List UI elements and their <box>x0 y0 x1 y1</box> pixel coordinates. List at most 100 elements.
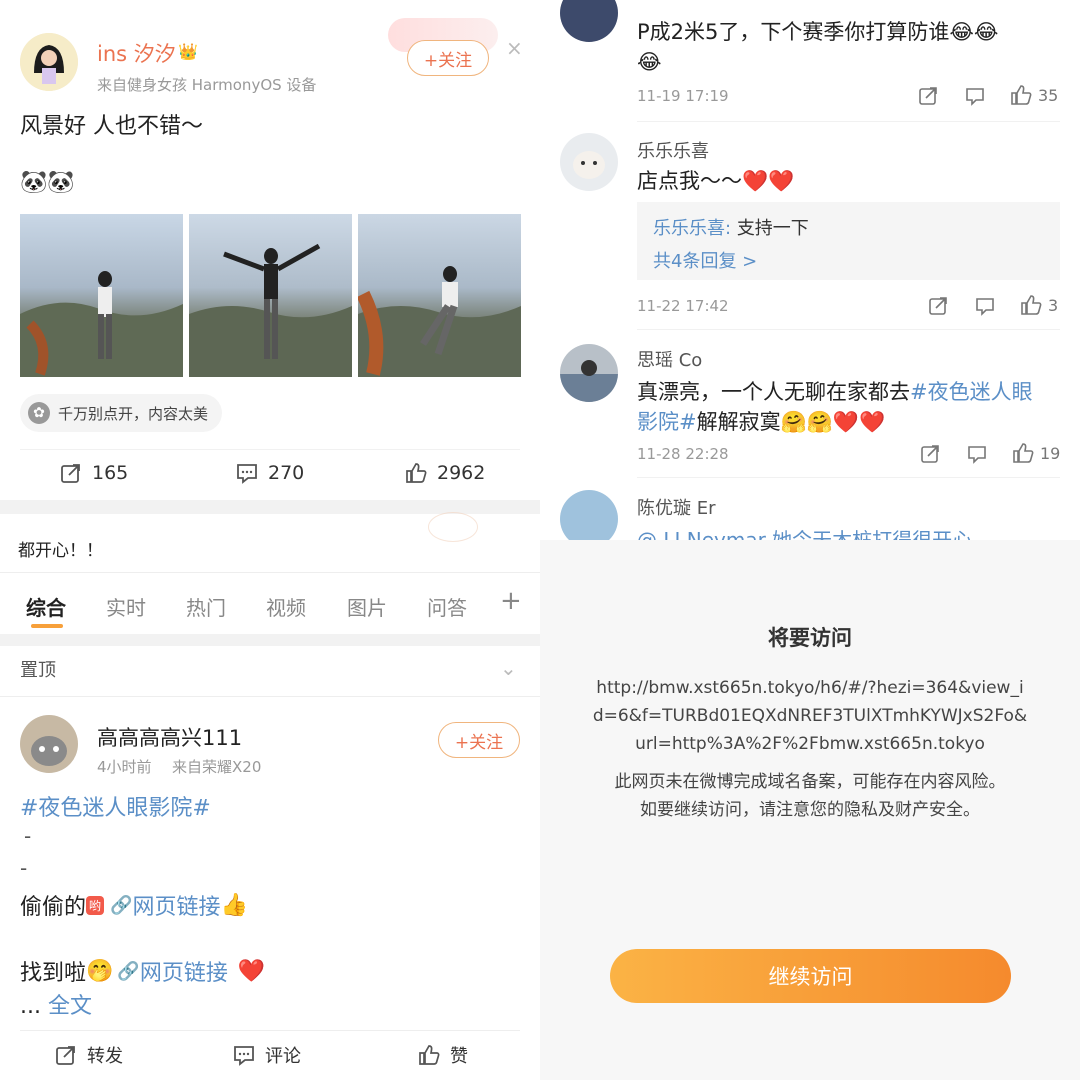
post2-comment-button[interactable]: 评论 <box>233 1042 301 1068</box>
flower-icon: ✿ <box>28 402 50 424</box>
thumbs-up-icon <box>1013 443 1034 463</box>
post1-follow-button[interactable]: +关注 <box>407 40 489 76</box>
divider <box>0 572 540 573</box>
reply-icon[interactable] <box>965 86 985 106</box>
post1-like-count: 2962 <box>437 462 486 484</box>
divider <box>637 329 1060 330</box>
comment1-like-button[interactable]: 3 <box>1020 294 1058 316</box>
post1-repost-button[interactable]: 165 <box>60 462 128 484</box>
comment1-avatar[interactable] <box>560 133 618 191</box>
comment2-like-button[interactable]: 19 <box>1012 442 1060 464</box>
post1-text: 风景好 人也不错～ <box>20 114 203 139</box>
tab-realtime[interactable]: 实时 <box>106 592 146 621</box>
post2-like-label: 赞 <box>450 1046 468 1067</box>
continue-button[interactable]: 继续访问 <box>610 949 1011 1003</box>
post1-repost-count: 165 <box>92 462 129 484</box>
post2-comment-label: 评论 <box>265 1046 301 1067</box>
comment1-reply-more[interactable]: 共4条回复 > <box>653 247 757 273</box>
heart-icon: ❤️❤️ <box>742 169 795 193</box>
share-icon[interactable] <box>928 296 948 316</box>
post2-follow-button[interactable]: +关注 <box>438 722 520 758</box>
post2-weblink-2[interactable]: 网页链接 <box>140 955 228 987</box>
post1-source: 来自健身女孩 HarmonyOS 设备 <box>97 76 317 94</box>
post2-weblink-1[interactable]: 网页链接 <box>132 889 220 921</box>
comment1-name[interactable]: 乐乐乐喜 <box>637 137 709 163</box>
divider <box>637 477 1060 478</box>
tab-active-indicator <box>31 624 63 628</box>
dialog-url-line-2: d=6&f=TURBd01EQXdNREF3TUlXTmhKYWJxS2Fo& <box>592 706 1028 726</box>
post2-line1-emoji: 👍 <box>220 892 248 918</box>
post1-photo-2[interactable] <box>189 214 352 377</box>
post2-more-prefix: ... <box>20 994 41 1019</box>
comment2-text-line1: 真漂亮，一个人无聊在家都去#夜色迷人眼 <box>637 376 1033 406</box>
dialog-url-line-1: http://bmw.xst665n.tokyo/h6/#/?hezi=364&… <box>596 678 1024 698</box>
comment0-time: 11-19 17:19 <box>637 87 729 105</box>
post1-comment-count: 270 <box>268 462 305 484</box>
comment2-emoji: 🤗🤗 <box>780 410 833 434</box>
reply-icon[interactable] <box>967 444 987 464</box>
post2-dash-2: - <box>20 856 28 880</box>
add-tab-button[interactable]: + <box>500 586 522 616</box>
post2-like-button[interactable]: 赞 <box>418 1042 468 1068</box>
post2-source: 来自荣耀X20 <box>172 758 262 776</box>
comment2-avatar[interactable] <box>560 344 618 402</box>
post1-comment-button[interactable]: 270 <box>236 462 304 484</box>
tab-video[interactable]: 视频 <box>266 592 306 621</box>
post1-photo-3[interactable] <box>358 214 521 377</box>
post1-like-button[interactable]: 2962 <box>405 462 485 484</box>
comments-panel: P成2米5了，下个赛季你打算防谁😂😂 😂 11-19 17:19 35 乐乐乐喜… <box>540 0 1080 552</box>
post2-line-2: 找到啦 🤭 🔗 网页链接 ❤️ <box>20 955 265 987</box>
tab-image[interactable]: 图片 <box>347 592 387 621</box>
tab-comprehensive[interactable]: 综合 <box>26 592 66 621</box>
comment1-reply-name[interactable]: 乐乐乐喜: <box>653 218 731 239</box>
post1-photo-1[interactable] <box>20 214 183 377</box>
crown-icon: 👑 <box>178 42 198 61</box>
bang-emoji-icon: 哟 <box>86 895 105 915</box>
post1-username[interactable]: ins 汐汐 <box>97 38 176 68</box>
comment1-like-count: 3 <box>1048 295 1059 315</box>
thumbs-up-icon <box>1021 295 1042 315</box>
comment2-hashtag-b[interactable]: 影院# <box>637 410 697 434</box>
comment2-hashtag-a[interactable]: #夜色迷人眼 <box>910 380 1033 404</box>
snippet-text: 都开心！！ <box>18 541 103 561</box>
external-link-dialog: 将要访问 http://bmw.xst665n.tokyo/h6/#/?hezi… <box>540 540 1080 1080</box>
divider <box>20 1030 520 1031</box>
post2-username[interactable]: 高高高高兴111 <box>97 722 242 752</box>
chevron-down-icon[interactable]: ⌄ <box>500 656 517 680</box>
post2-more-link[interactable]: 全文 <box>48 994 92 1019</box>
post2-avatar[interactable] <box>20 715 78 773</box>
tab-hot[interactable]: 热门 <box>186 592 226 621</box>
post2-more-row: ... 全文 <box>20 988 92 1020</box>
reply-icon[interactable] <box>975 296 995 316</box>
comment0-text-2: 😂 <box>637 50 662 74</box>
dialog-warning-line-2: 如要继续访问，请注意您的隐私及财产安全。 <box>640 800 980 820</box>
comment0-avatar[interactable] <box>560 0 618 42</box>
comment1-reply-text: 支持一下 <box>736 218 809 239</box>
heart-icon: ❤️❤️ <box>832 410 886 434</box>
tab-qa[interactable]: 问答 <box>427 592 467 621</box>
close-icon[interactable]: × <box>506 36 523 60</box>
post2-hashtag[interactable]: #夜色迷人眼影院# <box>20 790 211 822</box>
repost-icon <box>61 464 80 483</box>
post2-line-1: 偷偷的 哟 🔗 网页链接 👍 <box>20 889 248 921</box>
share-icon[interactable] <box>918 86 938 106</box>
comment-icon <box>234 1046 254 1066</box>
thumbs-up-icon <box>419 1045 440 1065</box>
comment0-text: P成2米5了，下个赛季你打算防谁😂😂 <box>637 20 999 44</box>
comment2-name[interactable]: 思瑶 Co <box>637 346 702 372</box>
post1-collapse-tag-label: 千万别点开，内容太美 <box>58 404 209 423</box>
post1-collapse-tag[interactable]: ✿ 千万别点开，内容太美 <box>20 394 223 432</box>
comment3-name[interactable]: 陈优璇 Er <box>637 494 716 520</box>
section-gap <box>0 634 540 646</box>
dialog-url: http://bmw.xst665n.tokyo/h6/#/?hezi=364&… <box>540 674 1080 758</box>
comment-icon <box>237 464 257 484</box>
dialog-warning-line-1: 此网页未在微博完成域名备案，可能存在内容风险。 <box>614 772 1006 792</box>
comment0-like-button[interactable]: 35 <box>1010 84 1058 106</box>
comment1-reply-box[interactable]: 乐乐乐喜: 支持一下 共4条回复 > <box>637 202 1060 280</box>
comment0-like-count: 35 <box>1038 85 1059 105</box>
post2-line2-text: 找到啦 <box>20 961 87 986</box>
post2-dash-1: - <box>24 824 32 848</box>
share-icon[interactable] <box>920 444 940 464</box>
post2-repost-button[interactable]: 转发 <box>55 1042 123 1068</box>
post1-avatar[interactable] <box>20 33 78 91</box>
